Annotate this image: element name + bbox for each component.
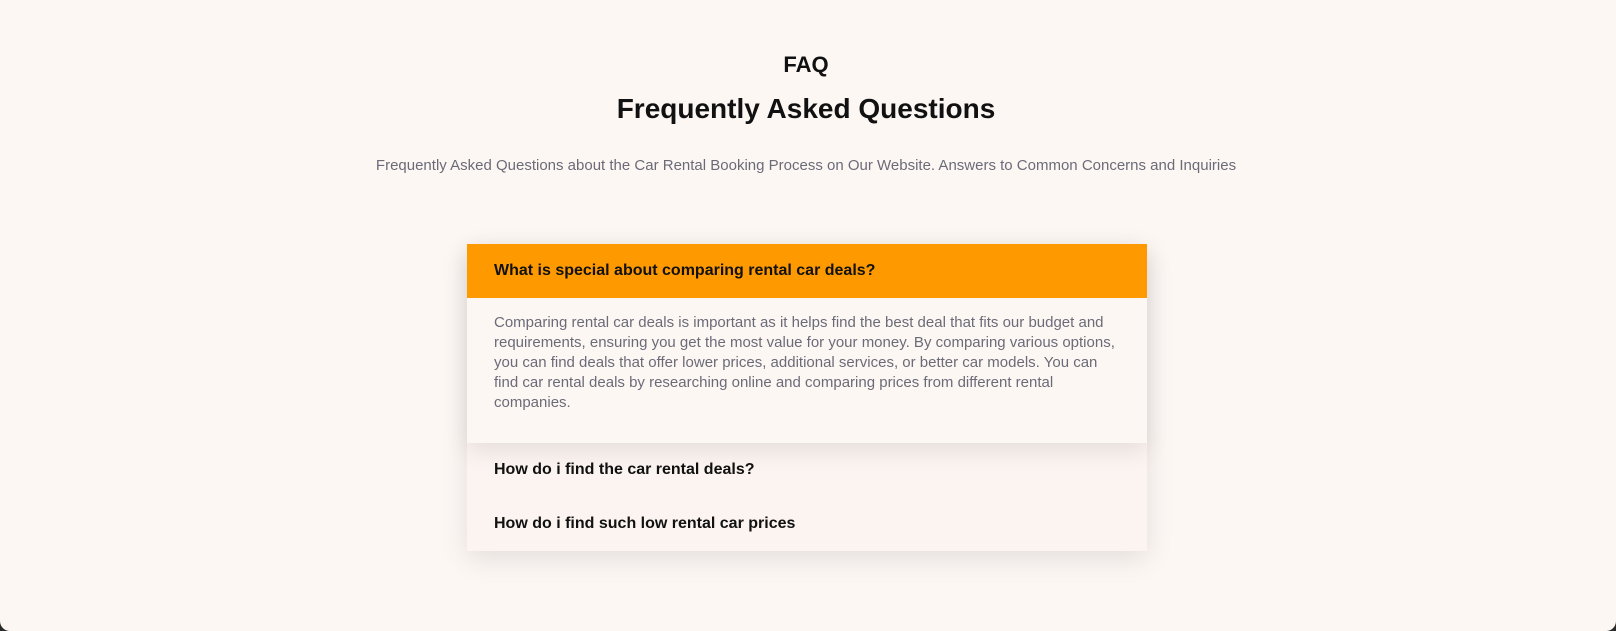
faq-question-button[interactable]: How do i find the car rental deals? xyxy=(467,443,1147,497)
faq-accordion: What is special about comparing rental c… xyxy=(467,244,1147,551)
faq-item: How do i find such low rental car prices xyxy=(467,497,1147,551)
page-title: Frequently Asked Questions xyxy=(616,93,996,124)
faq-item: How do i find the car rental deals? xyxy=(467,443,1147,497)
faq-question-button[interactable]: How do i find such low rental car prices xyxy=(467,497,1147,551)
section-subtitle: Frequently Asked Questions about the Car… xyxy=(375,157,1237,174)
faq-answer-text: Comparing rental car deals is important … xyxy=(494,314,1115,411)
section-eyebrow: FAQ xyxy=(783,52,829,77)
faq-page: FAQ Frequently Asked Questions Frequentl… xyxy=(0,0,1616,631)
faq-item: What is special about comparing rental c… xyxy=(467,244,1147,443)
faq-question-button[interactable]: What is special about comparing rental c… xyxy=(467,244,1147,298)
